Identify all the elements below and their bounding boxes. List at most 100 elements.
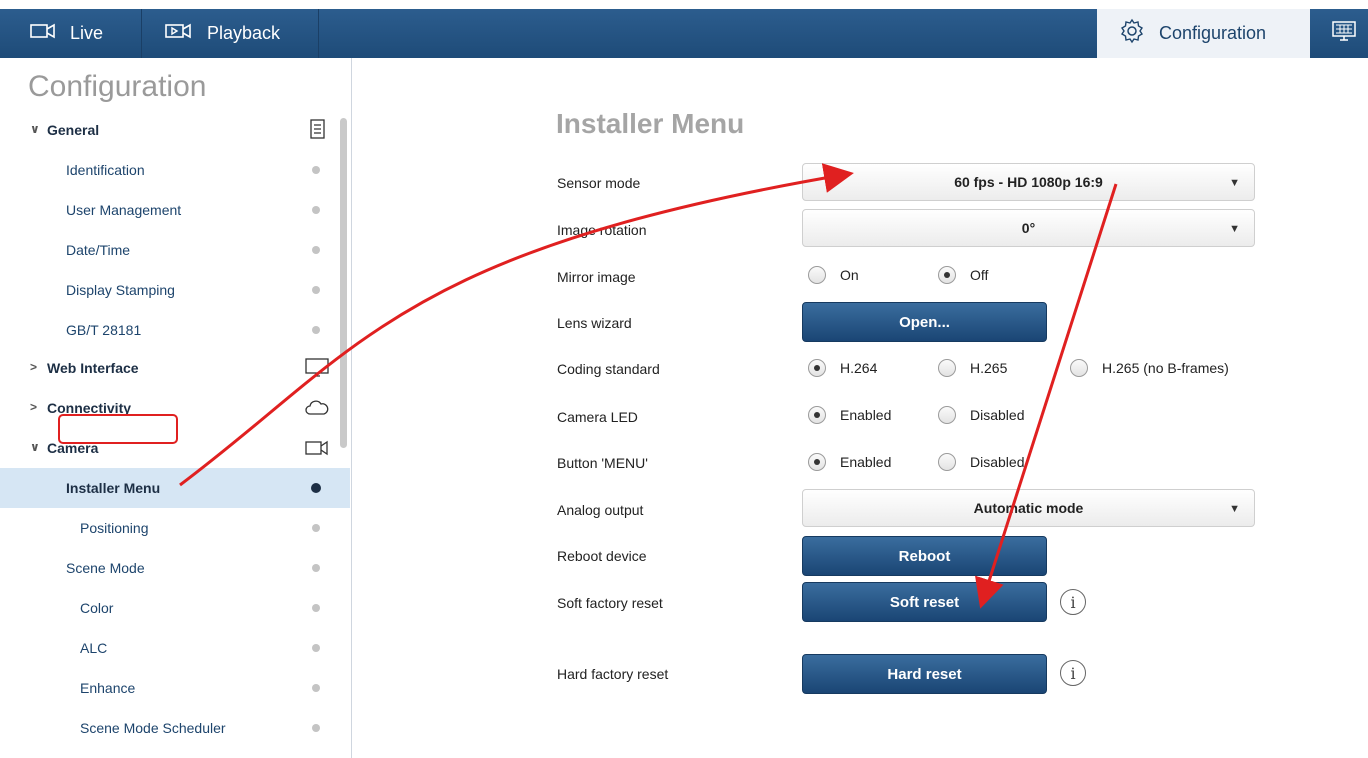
sidebar-item-scene-mode-scheduler[interactable]: Scene Mode Scheduler <box>0 708 350 748</box>
sidebar-item-label: Color <box>80 600 114 616</box>
reboot-device-label: Reboot device <box>557 548 647 564</box>
chevron-down-icon: ▼ <box>1229 177 1240 189</box>
radio-circle <box>938 359 956 377</box>
sidebar-item-label: Identification <box>66 162 145 178</box>
tab-live[interactable]: Live <box>0 9 142 58</box>
sidebar-item-alc[interactable]: ALC <box>0 628 350 668</box>
status-dot <box>312 326 320 334</box>
sidebar-item-label: Scene Mode Scheduler <box>80 720 226 736</box>
sensor-mode-select[interactable]: 60 fps - HD 1080p 16:9 ▼ <box>802 163 1255 201</box>
camera-led-disabled-radio[interactable]: Disabled <box>938 406 1024 424</box>
analog-output-label: Analog output <box>557 502 644 518</box>
info-icon[interactable]: i <box>1060 660 1086 686</box>
sidebar-item-label: Positioning <box>80 520 149 536</box>
status-dot <box>312 286 320 294</box>
chevron-down-icon: ∨ <box>30 440 40 454</box>
status-dot <box>312 564 320 572</box>
radio-label: Enabled <box>840 407 892 423</box>
radio-circle <box>938 266 956 284</box>
tab-multiview[interactable] <box>1318 9 1368 58</box>
sidebar-item-scene-mode[interactable]: Scene Mode <box>0 548 350 588</box>
hard-reset-button[interactable]: Hard reset <box>802 654 1047 694</box>
button-menu-label: Button 'MENU' <box>557 455 648 471</box>
soft-reset-button[interactable]: Soft reset <box>802 582 1047 622</box>
sidebar-item-label: Display Stamping <box>66 282 175 298</box>
radio-label: Disabled <box>970 407 1025 423</box>
status-dot <box>312 644 320 652</box>
tab-configuration[interactable]: Configuration <box>1097 9 1310 58</box>
radio-circle <box>808 359 826 377</box>
image-rotation-label: Image rotation <box>557 222 647 238</box>
sidebar-item-color[interactable]: Color <box>0 588 350 628</box>
radio-circle <box>808 266 826 284</box>
sidebar-item-label: ALC <box>80 640 108 656</box>
sidebar-item-date-time[interactable]: Date/Time <box>0 230 350 270</box>
sidebar-item-label: Enhance <box>80 680 136 696</box>
sidebar-item-label: User Management <box>66 202 182 218</box>
radio-label: H.265 (no B-frames) <box>1102 360 1229 376</box>
sidebar-item-label: Scene Mode <box>66 560 145 576</box>
radio-circle <box>938 453 956 471</box>
radio-circle <box>938 406 956 424</box>
chevron-down-icon: ∨ <box>30 122 40 136</box>
radio-label: Disabled <box>970 454 1025 470</box>
checklist-icon <box>304 118 330 142</box>
button-menu-enabled-radio[interactable]: Enabled <box>808 453 891 471</box>
sidebar-section-general[interactable]: ∨ General <box>0 110 350 150</box>
status-dot <box>312 604 320 612</box>
monitor-grid-icon <box>1332 20 1356 47</box>
radio-circle <box>808 406 826 424</box>
sidebar-section-label: General <box>47 122 100 138</box>
camera-led-label: Camera LED <box>557 409 638 425</box>
button-menu-disabled-radio[interactable]: Disabled <box>938 453 1024 471</box>
tab-playback[interactable]: Playback <box>143 9 319 58</box>
sidebar-item-positioning[interactable]: Positioning <box>0 508 350 548</box>
camera-led-enabled-radio[interactable]: Enabled <box>808 406 891 424</box>
tab-playback-label: Playback <box>207 23 281 43</box>
image-rotation-value: 0° <box>1021 220 1036 236</box>
sidebar-title: Configuration <box>28 70 207 103</box>
sidebar-item-identification[interactable]: Identification <box>0 150 350 190</box>
gear-icon <box>1119 18 1145 49</box>
chevron-down-icon: ▼ <box>1229 503 1240 515</box>
chevron-down-icon: ▼ <box>1229 223 1240 235</box>
chevron-right-icon: > <box>30 360 38 374</box>
reboot-button[interactable]: Reboot <box>802 536 1047 576</box>
sidebar-section-web-interface[interactable]: > Web Interface <box>0 348 350 388</box>
coding-h264-radio[interactable]: H.264 <box>808 359 877 377</box>
camera-icon <box>304 436 330 460</box>
sidebar-item-enhance[interactable]: Enhance <box>0 668 350 708</box>
sidebar-item-user-management[interactable]: User Management <box>0 190 350 230</box>
coding-standard-label: Coding standard <box>557 361 660 377</box>
highlight-box <box>58 414 178 444</box>
radio-circle <box>808 453 826 471</box>
sidebar-item-display-stamping[interactable]: Display Stamping <box>0 270 350 310</box>
sidebar: Configuration ∨ General Identification U… <box>0 58 352 758</box>
open-lens-wizard-button[interactable]: Open... <box>802 302 1047 342</box>
coding-h265-radio[interactable]: H.265 <box>938 359 1007 377</box>
page-title: Installer Menu <box>556 108 745 139</box>
radio-circle <box>1070 359 1088 377</box>
playback-icon <box>165 23 193 44</box>
sensor-mode-label: Sensor mode <box>557 175 641 191</box>
image-rotation-select[interactable]: 0° ▼ <box>802 209 1255 247</box>
app-window: { "topbar": { "live_label": "Live", "pla… <box>0 0 1368 758</box>
info-icon[interactable]: i <box>1060 589 1086 615</box>
radio-label: Enabled <box>840 454 892 470</box>
sidebar-item-gbt-28181[interactable]: GB/T 28181 <box>0 310 350 350</box>
analog-output-select[interactable]: Automatic mode ▼ <box>802 489 1255 527</box>
tab-configuration-label: Configuration <box>1159 23 1267 43</box>
status-dot <box>312 724 320 732</box>
status-dot <box>312 166 320 174</box>
sidebar-item-label: GB/T 28181 <box>66 322 142 338</box>
camera-icon <box>30 23 56 44</box>
chevron-right-icon: > <box>30 400 38 414</box>
status-dot <box>312 684 320 692</box>
lens-wizard-label: Lens wizard <box>557 315 632 331</box>
coding-h265-no-bframes-radio[interactable]: H.265 (no B-frames) <box>1070 359 1229 377</box>
sidebar-item-label: Installer Menu <box>66 480 161 496</box>
mirror-off-radio[interactable]: Off <box>938 266 988 284</box>
radio-label: Off <box>970 267 989 283</box>
mirror-on-radio[interactable]: On <box>808 266 859 284</box>
sidebar-item-installer-menu[interactable]: Installer Menu <box>0 468 350 508</box>
